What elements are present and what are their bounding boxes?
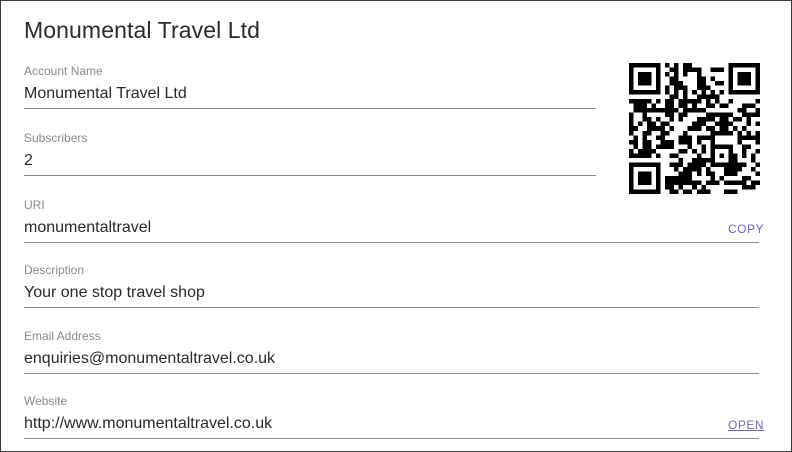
account-card: Monumental Travel Ltd Account Name Monum… — [0, 0, 792, 452]
description-field[interactable]: Description Your one stop travel shop — [24, 263, 759, 308]
subscribers-underline — [24, 175, 596, 176]
email-value[interactable]: enquiries@monumentaltravel.co.uk — [24, 349, 275, 369]
website-field[interactable]: Website http://www.monumentaltravel.co.u… — [24, 394, 759, 439]
email-label: Email Address — [24, 329, 101, 343]
subscribers-value[interactable]: 2 — [24, 151, 87, 171]
website-label: Website — [24, 394, 68, 408]
email-field[interactable]: Email Address enquiries@monumentaltravel… — [24, 329, 759, 374]
uri-label: URI — [24, 198, 45, 212]
description-value[interactable]: Your one stop travel shop — [24, 283, 205, 303]
open-website-link[interactable]: OPEN — [728, 418, 764, 432]
website-value[interactable]: http://www.monumentaltravel.co.uk — [24, 414, 272, 434]
description-underline — [24, 307, 759, 308]
account-name-value[interactable]: Monumental Travel Ltd — [24, 84, 187, 104]
website-underline — [24, 438, 759, 439]
account-name-field[interactable]: Account Name Monumental Travel Ltd — [24, 64, 596, 109]
page-title: Monumental Travel Ltd — [24, 17, 261, 43]
email-underline — [24, 373, 759, 374]
account-name-underline — [24, 108, 596, 109]
qr-code-icon — [629, 63, 760, 194]
uri-underline — [24, 242, 759, 243]
uri-value[interactable]: monumentaltravel — [24, 218, 151, 238]
account-name-label: Account Name — [24, 64, 103, 78]
subscribers-field[interactable]: Subscribers 2 — [24, 131, 596, 176]
subscribers-label: Subscribers — [24, 131, 88, 145]
copy-uri-button[interactable]: COPY — [728, 222, 764, 236]
description-label: Description — [24, 263, 85, 277]
uri-field[interactable]: URI monumentaltravel — [24, 198, 759, 243]
